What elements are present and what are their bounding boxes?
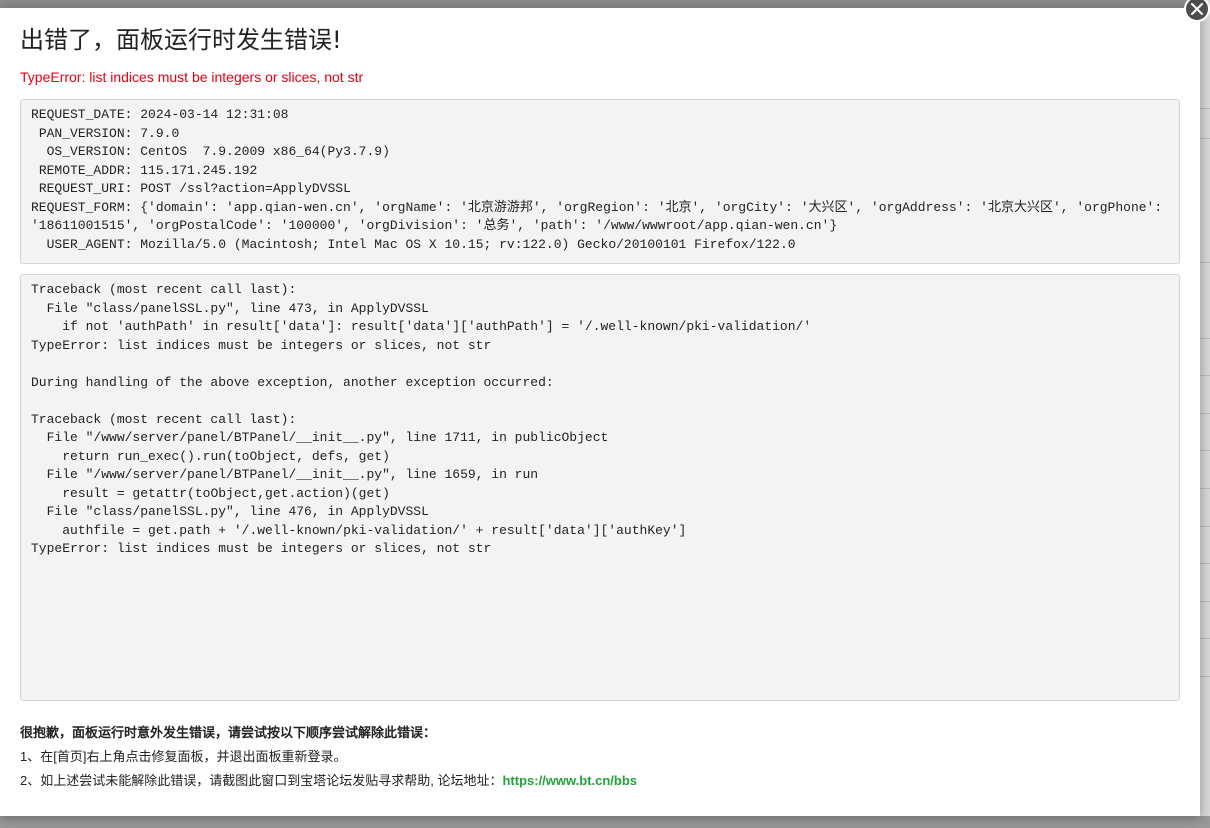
request-info-value: 2024-03-14 12:31:08 (132, 107, 289, 122)
background-row-line (1200, 338, 1210, 339)
request-info-value: 7.9.0 (132, 125, 180, 141)
request-info-key: PAN_VERSION: (31, 125, 133, 141)
request-info-value: 115.171.245.192 (132, 162, 258, 178)
request-info-key: REQUEST_URI: (31, 181, 133, 196)
request-info-key: REQUEST_DATE: (31, 107, 133, 122)
request-info-row: REQUEST_FORM: {'domain': 'app.qian-wen.c… (31, 199, 1169, 236)
background-row-line (1200, 563, 1210, 564)
help-title: 很抱歉，面板运行时意外发生错误，请尝试按以下顺序尝试解除此错误： (20, 725, 437, 740)
request-info-row: USER_AGENT: Mozilla/5.0 (Macintosh; Inte… (31, 236, 1169, 255)
background-row-line (1200, 638, 1210, 639)
background-row-line (1200, 601, 1210, 602)
error-message: TypeError: list indices must be integers… (20, 69, 364, 85)
help-step-2-text: 2、如上述尝试未能解除此错误，请截图此窗口到宝塔论坛发贴寻求帮助, 论坛地址： (20, 773, 503, 788)
forum-link[interactable]: https://www.bt.cn/bbs (502, 773, 637, 788)
background-row-line (1200, 676, 1210, 677)
request-info-box: REQUEST_DATE: 2024-03-14 12:31:08 PAN_VE… (20, 99, 1180, 264)
background-row-line (1200, 108, 1210, 109)
background-row-line (1200, 262, 1210, 263)
background-row-line (1200, 138, 1210, 139)
request-info-key: OS_VERSION: (31, 144, 133, 159)
background-table-edge (1200, 0, 1210, 828)
request-info-row: REQUEST_DATE: 2024-03-14 12:31:08 (31, 106, 1169, 125)
request-info-row: OS_VERSION: CentOS 7.9.2009 x86_64(Py3.7… (31, 143, 1169, 162)
request-info-key: REQUEST_FORM: (31, 199, 133, 215)
request-info-row: REQUEST_URI: POST /ssl?action=ApplyDVSSL (31, 180, 1169, 199)
request-info-row: PAN_VERSION: 7.9.0 (31, 125, 1169, 144)
background-row-line (1200, 450, 1210, 451)
background-row-line (1200, 375, 1210, 376)
help-step-1: 1、在[首页]右上角点击修复面板，并退出面板重新登录。 (20, 749, 347, 764)
request-info-key: REMOTE_ADDR: (31, 162, 133, 178)
help-section: 很抱歉，面板运行时意外发生错误，请尝试按以下顺序尝试解除此错误： 1、在[首页]… (20, 721, 1180, 793)
traceback-box: Traceback (most recent call last): File … (20, 274, 1180, 701)
background-bottom (0, 816, 1210, 828)
help-step-2: 2、如上述尝试未能解除此错误，请截图此窗口到宝塔论坛发贴寻求帮助, 论坛地址：h… (20, 769, 1180, 793)
background-row-line (1200, 488, 1210, 489)
dialog-title: 出错了，面板运行时发生错误! (20, 26, 342, 54)
request-info-value: CentOS 7.9.2009 x86_64(Py3.7.9) (132, 144, 390, 159)
request-info-value: {'domain': 'app.qian-wen.cn', 'orgName':… (31, 199, 1170, 234)
request-info-key: USER_AGENT: (31, 236, 133, 252)
background-row-line (1200, 526, 1210, 527)
request-info-row: REMOTE_ADDR: 115.171.245.192 (31, 162, 1169, 181)
request-info-value: POST /ssl?action=ApplyDVSSL (132, 181, 351, 196)
request-info-value: Mozilla/5.0 (Macintosh; Intel Mac OS X 1… (132, 236, 796, 252)
error-dialog: 出错了，面板运行时发生错误! TypeError: list indices m… (0, 8, 1200, 816)
background-row-line (1200, 413, 1210, 414)
